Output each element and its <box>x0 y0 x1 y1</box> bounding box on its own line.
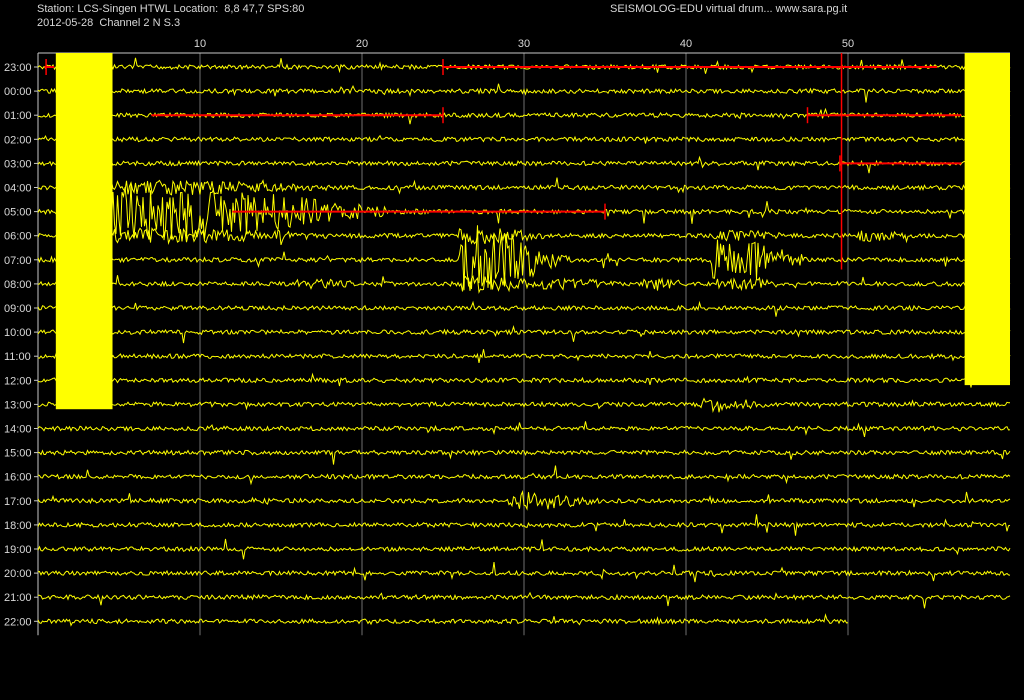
hour-label: 18:00 <box>4 520 32 532</box>
hour-label: 22:00 <box>4 616 32 628</box>
x-tick-label: 10 <box>194 38 206 50</box>
x-tick-label: 20 <box>356 38 368 50</box>
hour-label: 06:00 <box>4 231 32 243</box>
trace-row <box>37 613 849 627</box>
hour-label: 14:00 <box>4 424 32 436</box>
hour-label: 15:00 <box>4 448 32 460</box>
hour-label: 21:00 <box>4 592 32 604</box>
date-channel-info: 2012-05-28 Channel 2 N S.3 <box>37 17 181 29</box>
x-tick-label: 30 <box>518 38 530 50</box>
hour-label: 23:00 <box>4 62 32 74</box>
hour-label: 13:00 <box>4 399 32 411</box>
hour-label: 09:00 <box>4 303 32 315</box>
saturated-block <box>964 53 1010 386</box>
hour-label: 17:00 <box>4 496 32 508</box>
hour-label: 10:00 <box>4 327 32 339</box>
hour-label: 08:00 <box>4 279 32 291</box>
saturated-block <box>55 53 113 410</box>
hour-label: 01:00 <box>4 110 32 122</box>
hour-label: 11:00 <box>4 351 31 363</box>
hour-label: 20:00 <box>4 568 32 580</box>
seismogram-drum: 10 20 30 40 50 23:00 00:00 01:00 02:00 03:00 04:00… <box>4 38 1011 636</box>
hour-label: 16:00 <box>4 472 32 484</box>
hour-label: 07:00 <box>4 255 32 267</box>
hour-label: 05:00 <box>4 207 32 219</box>
hour-label: 00:00 <box>4 86 32 98</box>
hour-label: 02:00 <box>4 134 32 146</box>
hour-label: 04:00 <box>4 183 32 195</box>
software-credit: SEISMOLOG-EDU virtual drum... www.sara.p… <box>610 3 848 15</box>
hour-label: 12:00 <box>4 375 32 387</box>
station-info: Station: LCS-Singen HTWL Location: 8,8 4… <box>37 3 305 15</box>
hour-label: 03:00 <box>4 158 32 170</box>
x-tick-label: 40 <box>680 38 692 50</box>
hour-label: 19:00 <box>4 544 32 556</box>
x-tick-label: 50 <box>842 38 854 50</box>
